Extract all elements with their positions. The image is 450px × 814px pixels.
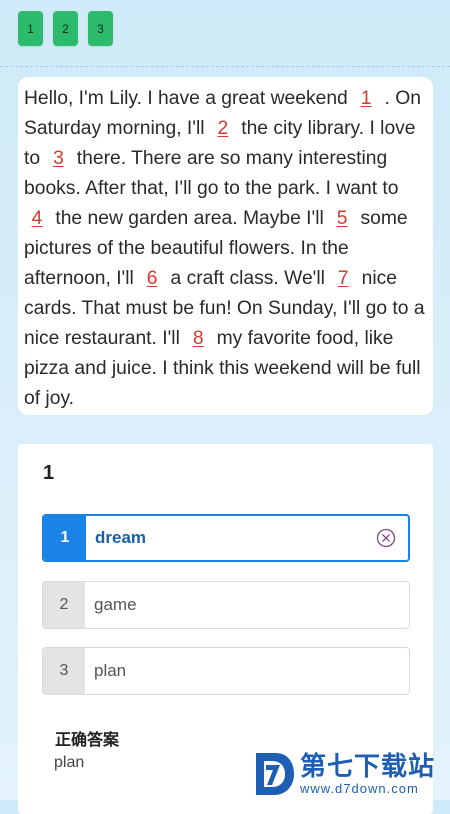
blank-2[interactable]: 2 bbox=[210, 114, 236, 144]
blank-4[interactable]: 4 bbox=[24, 204, 50, 234]
d7-logo-icon bbox=[256, 753, 294, 795]
blank-7[interactable]: 7 bbox=[330, 264, 356, 294]
option-text: dream bbox=[95, 528, 147, 547]
blank-1[interactable]: 1 bbox=[353, 84, 379, 114]
option-1[interactable]: 1 dream bbox=[42, 514, 410, 562]
passage-text: the new garden area. Maybe I'll bbox=[50, 208, 330, 229]
passage-text: a craft class. We'll bbox=[165, 268, 331, 289]
option-index: 2 bbox=[43, 582, 85, 628]
option-3[interactable]: 3 plan bbox=[42, 647, 410, 695]
option-index: 3 bbox=[43, 648, 85, 694]
option-text: game bbox=[94, 595, 137, 614]
passage-card: Hello, I'm Lily. I have a great weekend … bbox=[18, 77, 433, 415]
circle-x-icon[interactable] bbox=[364, 516, 408, 560]
option-text: plan bbox=[94, 661, 127, 680]
correct-answer-value: plan bbox=[54, 754, 85, 771]
question-number: 1 bbox=[43, 462, 55, 484]
question-tab-3[interactable]: 3 bbox=[88, 11, 113, 46]
question-tab-2[interactable]: 2 bbox=[53, 11, 78, 46]
question-tab-1[interactable]: 1 bbox=[18, 11, 43, 46]
cloze-passage: Hello, I'm Lily. I have a great weekend … bbox=[24, 84, 425, 414]
option-2[interactable]: 2 game bbox=[42, 581, 410, 629]
blank-3[interactable]: 3 bbox=[45, 144, 71, 174]
blank-8[interactable]: 8 bbox=[185, 324, 211, 354]
watermark-url: www.d7down.com bbox=[300, 781, 419, 796]
question-nav-bar: 1 2 3 bbox=[0, 0, 450, 67]
watermark-title: 第七下载站 bbox=[300, 751, 436, 781]
blank-5[interactable]: 5 bbox=[329, 204, 355, 234]
site-watermark: 第七下载站 www.d7down.com bbox=[252, 748, 448, 800]
passage-text: there. There are so many interesting boo… bbox=[24, 148, 399, 199]
blank-6[interactable]: 6 bbox=[139, 264, 165, 294]
option-index: 1 bbox=[44, 516, 86, 560]
passage-text: Hello, I'm Lily. I have a great weekend bbox=[24, 88, 354, 109]
correct-answer-label: 正确答案 bbox=[55, 732, 120, 749]
